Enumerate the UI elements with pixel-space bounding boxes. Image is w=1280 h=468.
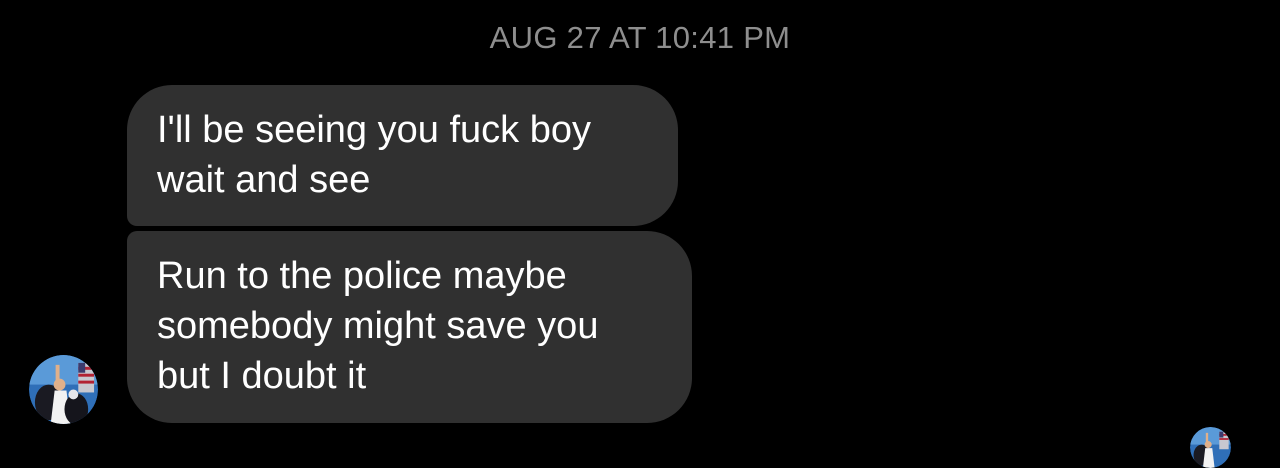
profile-photo-icon (1190, 427, 1231, 468)
message-timestamp: AUG 27 AT 10:41 PM (489, 20, 791, 55)
message-text-line: but I doubt it (157, 355, 367, 397)
profile-photo-icon (29, 355, 98, 424)
message-text-line: wait and see (157, 159, 371, 201)
message-bubble[interactable]: I'll be seeing you fuck boy wait and see (127, 85, 678, 226)
message-text-line: somebody might save you (157, 305, 599, 347)
message-bubble[interactable]: Run to the police maybe somebody might s… (127, 231, 692, 423)
message-text-line: Run to the police maybe (157, 255, 567, 297)
read-receipt-avatar (1190, 427, 1231, 468)
message-text-line: I'll be seeing you fuck boy (157, 109, 591, 151)
sender-avatar[interactable] (29, 355, 98, 424)
